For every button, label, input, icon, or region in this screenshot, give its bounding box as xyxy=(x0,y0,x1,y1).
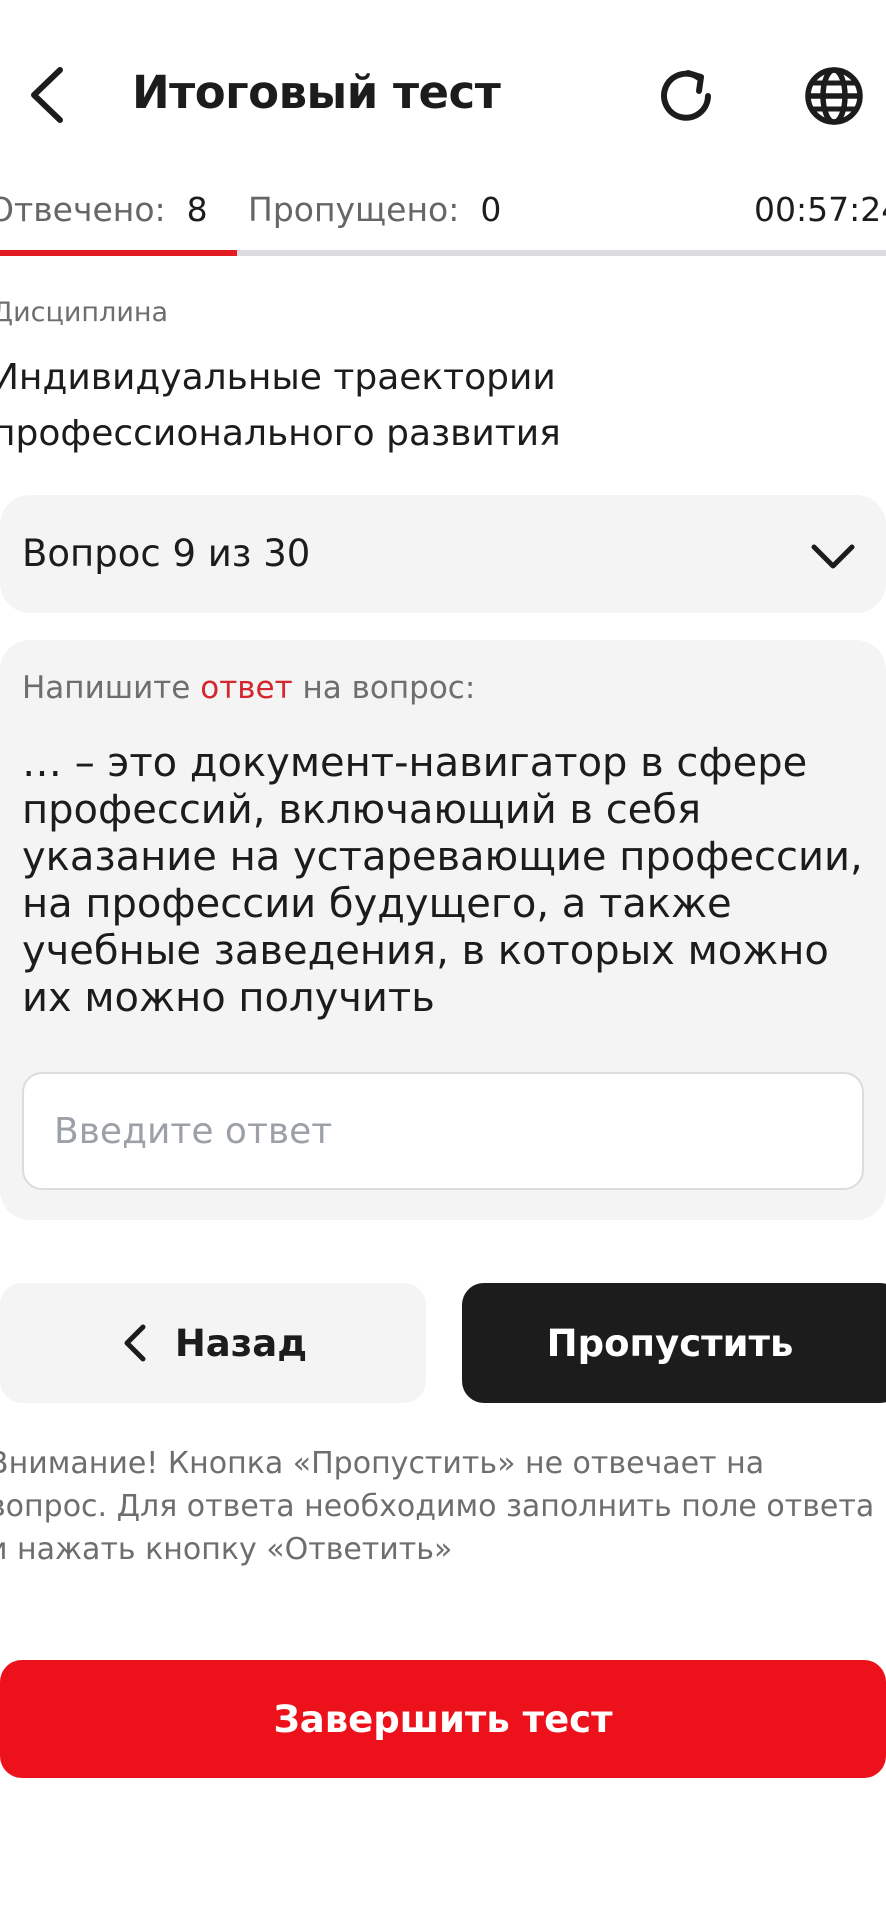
discipline-label: Дисциплина xyxy=(0,297,169,328)
question-selector[interactable]: Вопрос 9 из 30 xyxy=(0,495,886,613)
answered-label: Отвечено: xyxy=(0,190,166,229)
progress-bar xyxy=(0,250,886,256)
globe-icon[interactable] xyxy=(800,62,868,130)
question-card: Напишите ответ на вопрос: … – это докуме… xyxy=(0,640,886,1220)
skip-warning: Внимание! Кнопка «Пропустить» не отвечае… xyxy=(0,1446,875,1567)
skipped-label: Пропущено: xyxy=(248,190,460,229)
skip-button[interactable]: Пропустить xyxy=(462,1283,886,1403)
skipped-value: 0 xyxy=(480,190,502,229)
page-title: Итоговый тест xyxy=(132,66,501,119)
chevron-left-icon xyxy=(124,1324,146,1362)
question-text: … – это документ-навигатор в сфере профе… xyxy=(22,740,863,1021)
chevron-down-icon xyxy=(811,544,855,569)
answered-count: Отвечено: 8 xyxy=(0,190,208,229)
skip-button-label: Пропустить xyxy=(546,1321,794,1365)
progress-fill xyxy=(0,250,237,256)
prompt-accent: ответ xyxy=(200,670,293,706)
timer: 00:57:24 xyxy=(754,190,886,229)
back-arrow-icon[interactable] xyxy=(18,60,78,130)
skipped-count: Пропущено: 0 xyxy=(248,190,501,229)
question-prompt: Напишите ответ на вопрос: xyxy=(22,670,475,706)
finish-test-button[interactable]: Завершить тест xyxy=(0,1660,886,1778)
discipline-value: Индивидуальные траектории профессиональн… xyxy=(0,357,561,454)
finish-button-label: Завершить тест xyxy=(273,1697,613,1741)
back-button-label: Назад xyxy=(174,1321,308,1365)
question-number: Вопрос 9 из 30 xyxy=(22,532,311,575)
answer-input[interactable] xyxy=(22,1072,864,1190)
prompt-text-after: на вопрос: xyxy=(292,670,476,706)
answered-value: 8 xyxy=(186,190,208,229)
refresh-icon[interactable] xyxy=(652,62,720,130)
prompt-text-before: Напишите xyxy=(22,670,201,706)
back-button[interactable]: Назад xyxy=(0,1283,426,1403)
